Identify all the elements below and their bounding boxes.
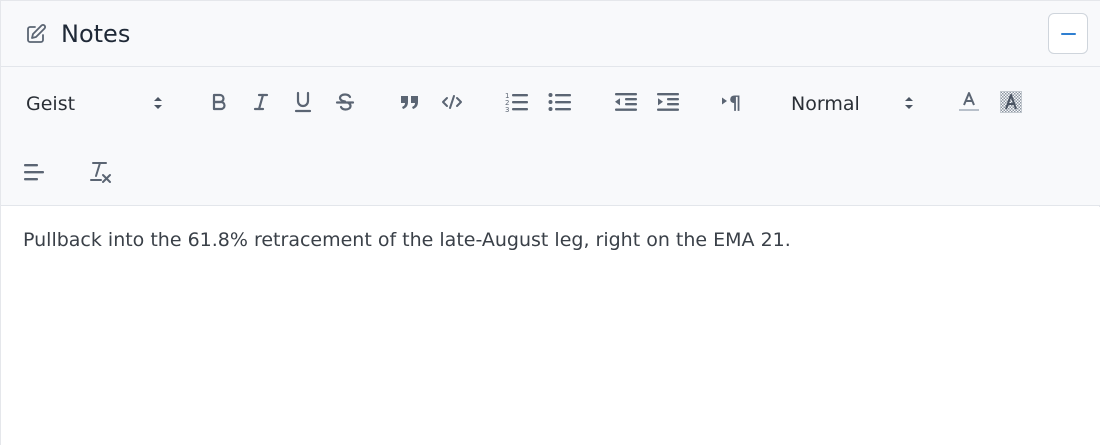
indent-icon [657,93,679,111]
editor-content[interactable]: Pullback into the 61.8% retracement of t… [23,229,791,251]
blockquote-icon [401,96,418,109]
bullet-list-icon [548,93,571,111]
notes-panel: Notes Geist 1 2 3 ¶ Normal Pullback into… [0,0,1100,446]
bold-button[interactable] [203,86,235,118]
background-color-icon [1000,91,1022,113]
underline-button[interactable] [287,86,319,118]
outdent-icon [615,93,637,111]
indent-button[interactable] [652,86,684,118]
italic-button[interactable] [245,86,277,118]
strikethrough-icon [335,93,355,111]
block-format-value: Normal [791,93,860,115]
minus-icon [1061,33,1076,35]
ordered-list-icon: 1 2 3 [505,92,528,113]
pencil-square-icon [25,23,47,45]
svg-text:¶: ¶ [729,92,741,112]
blockquote-button[interactable] [394,86,426,118]
panel-header: Notes [1,1,1100,67]
select-arrows-icon [153,95,163,111]
clear-formatting-button[interactable] [85,156,117,188]
ordered-list-button[interactable]: 1 2 3 [501,86,533,118]
bold-icon [212,93,226,111]
editor-toolbar: Geist 1 2 3 ¶ Normal [1,67,1100,206]
outdent-button[interactable] [610,86,642,118]
font-family-select[interactable]: Geist [26,87,168,117]
text-direction-icon: ¶ [722,92,741,112]
text-color-button[interactable] [953,86,985,118]
text-color-icon [959,92,979,111]
font-family-value: Geist [26,93,76,115]
code-block-icon [442,95,462,109]
bullet-list-button[interactable] [544,86,576,118]
align-left-icon [24,164,44,181]
text-direction-button[interactable]: ¶ [717,86,749,118]
strikethrough-button[interactable] [329,86,361,118]
italic-icon [253,93,269,111]
code-block-button[interactable] [436,86,468,118]
clear-formatting-icon [90,162,111,183]
background-color-button[interactable] [995,86,1027,118]
select-arrows-icon [904,95,914,111]
align-left-button[interactable] [18,156,50,188]
block-format-select[interactable]: Normal [791,87,917,117]
panel-title: Notes [61,20,131,48]
svg-text:3: 3 [505,106,509,113]
collapse-button[interactable] [1048,13,1088,54]
underline-icon [294,91,312,113]
